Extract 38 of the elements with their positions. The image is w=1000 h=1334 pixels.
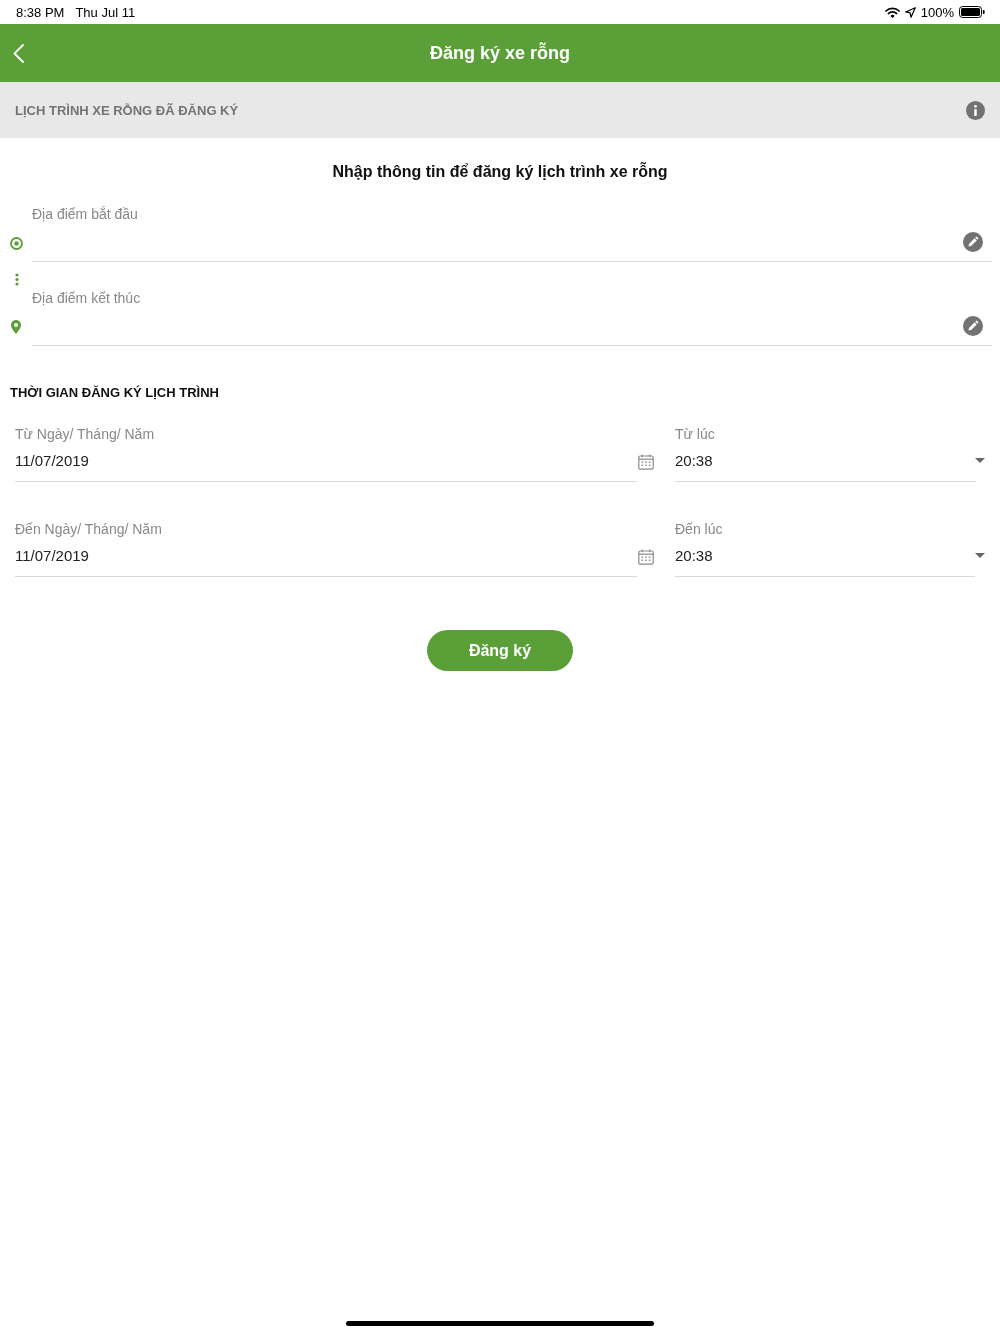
route-dots-icon — [15, 273, 19, 286]
battery-percentage: 100% — [920, 4, 954, 20]
date-field[interactable]: Từ Ngày/ Tháng/ Năm 11/07/2019 — [15, 425, 637, 482]
pencil-icon[interactable] — [963, 232, 983, 252]
location-field[interactable]: Địa điểm kết thúc — [32, 289, 992, 346]
location-field[interactable]: Địa điểm bắt đầu — [32, 205, 992, 262]
back-icon[interactable] — [13, 43, 24, 63]
field-label: Từ Ngày/ Tháng/ Năm — [15, 425, 155, 443]
pencil-icon[interactable] — [963, 316, 983, 336]
status-date: Thu Jul 11 — [75, 4, 136, 20]
calendar-icon[interactable] — [638, 454, 654, 470]
location-arrow-icon — [904, 6, 916, 18]
battery-icon — [959, 6, 985, 18]
registered-schedules-row[interactable]: LỊCH TRÌNH XE RỖNG ĐÃ ĐĂNG KÝ — [0, 82, 1000, 138]
time-dropdown[interactable]: Đến lúc 20:38 — [675, 520, 975, 577]
registered-schedules-label: LỊCH TRÌNH XE RỖNG ĐÃ ĐĂNG KÝ — [15, 102, 239, 118]
field-value: 11/07/2019 — [15, 451, 89, 471]
field-label: Đến Ngày/ Tháng/ Năm — [15, 520, 162, 538]
date-field[interactable]: Đến Ngày/ Tháng/ Năm 11/07/2019 — [15, 520, 637, 577]
form-heading: Nhập thông tin để đăng ký lịch trình xe rỗng — [331, 162, 669, 182]
wifi-icon — [884, 6, 900, 18]
calendar-icon[interactable] — [638, 549, 654, 565]
field-label: Địa điểm kết thúc — [32, 289, 142, 307]
field-value: 20:38 — [675, 546, 713, 566]
field-value: 20:38 — [675, 451, 713, 471]
field-label: Đến lúc — [675, 520, 723, 538]
time-dropdown[interactable]: Từ lúc 20:38 — [675, 425, 975, 482]
dropdown-caret-icon[interactable] — [975, 553, 985, 558]
info-icon[interactable] — [966, 100, 985, 120]
status-time: 8:38 PM — [16, 4, 65, 20]
section-title: THỜI GIAN ĐĂNG KÝ LỊCH TRÌNH — [9, 385, 220, 401]
screen-title: Đăng ký xe rỗng — [429, 42, 570, 64]
dropdown-caret-icon[interactable] — [975, 458, 985, 463]
field-value: 11/07/2019 — [15, 546, 89, 566]
map-pin-icon — [11, 320, 21, 334]
target-ring-icon — [9, 237, 23, 250]
field-label: Địa điểm bắt đầu — [32, 205, 139, 223]
field-label: Từ lúc — [675, 425, 715, 443]
